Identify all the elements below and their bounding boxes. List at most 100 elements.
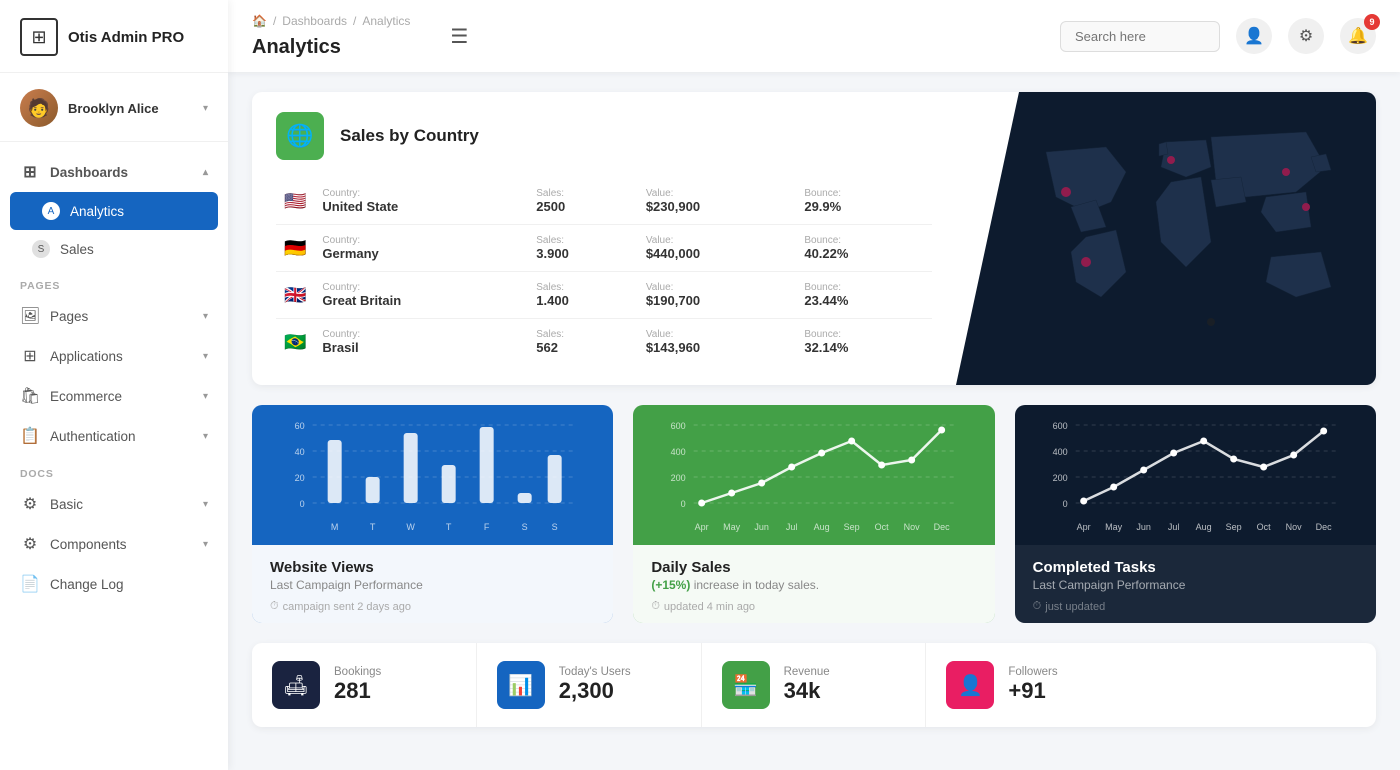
svg-text:Oct: Oct <box>1256 522 1271 532</box>
sidebar-item-analytics[interactable]: A Analytics <box>10 192 218 230</box>
flag-icon: 🇩🇪 <box>276 225 314 272</box>
followers-text: Followers +91 <box>1008 666 1057 704</box>
chart-title: Daily Sales <box>651 559 976 576</box>
search-input[interactable] <box>1060 21 1220 52</box>
suffix-text: increase in today sales. <box>694 578 819 592</box>
followers-value: +91 <box>1008 678 1057 704</box>
bar-chart-svg: 60 40 20 0 M T <box>268 415 597 545</box>
svg-text:Oct: Oct <box>875 522 890 532</box>
card-header: 🌐 Sales by Country <box>276 112 932 160</box>
website-views-chart: 60 40 20 0 M T <box>252 405 613 545</box>
settings-icon[interactable]: ⚙ <box>1288 18 1324 54</box>
chevron-down-icon: ▾ <box>203 351 208 362</box>
svg-text:T: T <box>446 522 452 532</box>
sidebar-item-basic[interactable]: ⚙ Basic ▾ <box>0 484 228 524</box>
svg-text:Sep: Sep <box>844 522 860 532</box>
svg-text:Jul: Jul <box>786 522 798 532</box>
svg-text:Aug: Aug <box>814 522 830 532</box>
content-area: 🌐 Sales by Country 🇺🇸 Country: United St… <box>228 72 1400 770</box>
chart-footer: ⏱ just updated <box>1033 600 1358 613</box>
chevron-down-icon: ▾ <box>203 539 208 550</box>
chevron-down-icon: ▾ <box>203 103 208 114</box>
authentication-icon: 📋 <box>20 426 40 446</box>
authentication-label: Authentication <box>50 429 193 444</box>
stat-followers: 👤 Followers +91 <box>926 643 1151 727</box>
sidebar-item-ecommerce[interactable]: 🛍 Ecommerce ▾ <box>0 376 228 416</box>
svg-text:0: 0 <box>1062 499 1067 509</box>
sidebar-item-pages[interactable]: 🖼 Pages ▾ <box>0 296 228 336</box>
hamburger-icon[interactable]: ☰ <box>450 24 468 49</box>
sidebar-item-applications[interactable]: ⊞ Applications ▾ <box>0 336 228 376</box>
chart-subtitle: (+15%) increase in today sales. <box>651 578 976 592</box>
sidebar-item-changelog[interactable]: 📄 Change Log <box>0 564 228 604</box>
sidebar-item-dashboards[interactable]: ⊞ Dashboards ▴ <box>0 152 228 192</box>
svg-text:600: 600 <box>1052 421 1067 431</box>
svg-text:600: 600 <box>671 421 686 431</box>
table-row: 🇬🇧 Country: Great Britain Sales: 1.400 V… <box>276 272 932 319</box>
svg-text:Apr: Apr <box>695 522 709 532</box>
svg-text:Sep: Sep <box>1225 522 1241 532</box>
bookings-icon: 🛋 <box>272 661 320 709</box>
revenue-value: 34k <box>784 678 830 704</box>
components-icon: ⚙ <box>20 534 40 554</box>
table-row: 🇧🇷 Country: Brasil Sales: 562 Value: $14… <box>276 319 932 366</box>
applications-label: Applications <box>50 349 193 364</box>
daily-sales-info: Daily Sales (+15%) increase in today sal… <box>633 545 994 623</box>
svg-text:Dec: Dec <box>1315 522 1332 532</box>
analytics-letter-icon: A <box>42 202 60 220</box>
sidebar-item-components[interactable]: ⚙ Components ▾ <box>0 524 228 564</box>
svg-text:200: 200 <box>671 473 686 483</box>
line-chart-svg-dark: 600 400 200 0 Apr <box>1031 415 1360 545</box>
avatar: 🧑 <box>20 89 58 127</box>
revenue-label: Revenue <box>784 666 830 678</box>
chevron-up-icon: ▴ <box>203 167 208 178</box>
website-views-card: 60 40 20 0 M T <box>252 405 613 623</box>
sales-table-area: 🌐 Sales by Country 🇺🇸 Country: United St… <box>252 92 956 385</box>
sales-by-country-card: 🌐 Sales by Country 🇺🇸 Country: United St… <box>252 92 1376 385</box>
sidebar: ⊞ Otis Admin PRO 🧑 Brooklyn Alice ▾ ⊞ Da… <box>0 0 228 770</box>
svg-text:Jun: Jun <box>1136 522 1151 532</box>
clock-icon: ⏱ <box>270 600 279 613</box>
svg-text:May: May <box>1105 522 1123 532</box>
highlight-text: (+15%) <box>651 578 690 592</box>
svg-text:M: M <box>331 522 339 532</box>
applications-icon: ⊞ <box>20 346 40 366</box>
svg-text:60: 60 <box>295 421 305 431</box>
svg-text:0: 0 <box>300 499 305 509</box>
svg-text:W: W <box>406 522 415 532</box>
revenue-icon: 🏪 <box>722 661 770 709</box>
users-text: Today's Users 2,300 <box>559 666 631 704</box>
basic-label: Basic <box>50 497 193 512</box>
dashboards-label: Dashboards <box>50 165 193 180</box>
sidebar-item-sales[interactable]: S Sales <box>0 230 228 268</box>
chevron-down-icon: ▾ <box>203 311 208 322</box>
svg-text:Nov: Nov <box>904 522 921 532</box>
line-chart-svg-green: 600 400 200 0 <box>649 415 978 545</box>
globe-icon: 🌐 <box>276 112 324 160</box>
pages-section-label: PAGES <box>0 268 228 296</box>
user-profile[interactable]: 🧑 Brooklyn Alice ▾ <box>0 73 228 142</box>
svg-text:0: 0 <box>681 499 686 509</box>
sidebar-item-authentication[interactable]: 📋 Authentication ▾ <box>0 416 228 456</box>
ecommerce-icon: 🛍 <box>20 386 40 406</box>
user-icon[interactable]: 👤 <box>1236 18 1272 54</box>
footer-text: campaign sent 2 days ago <box>283 601 411 613</box>
main-area: 🏠 / Dashboards / Analytics Analytics ☰ 👤… <box>228 0 1400 770</box>
completed-tasks-chart: 600 400 200 0 Apr <box>1015 405 1376 545</box>
changelog-icon: 📄 <box>20 574 40 594</box>
notification-badge: 9 <box>1364 14 1380 30</box>
chart-footer: ⏱ updated 4 min ago <box>651 600 976 613</box>
breadcrumb: 🏠 / Dashboards / Analytics Analytics <box>252 14 410 59</box>
bookings-value: 281 <box>334 678 381 704</box>
pages-label: Pages <box>50 309 193 324</box>
changelog-label: Change Log <box>50 577 208 592</box>
app-title: Otis Admin PRO <box>68 29 184 46</box>
bookings-text: Bookings 281 <box>334 666 381 704</box>
table-row: 🇩🇪 Country: Germany Sales: 3.900 Value: … <box>276 225 932 272</box>
notifications-icon[interactable]: 🔔 9 <box>1340 18 1376 54</box>
clock-icon: ⏱ <box>651 600 660 613</box>
chart-title: Completed Tasks <box>1033 559 1358 576</box>
docs-section-label: DOCS <box>0 456 228 484</box>
svg-text:Jun: Jun <box>755 522 770 532</box>
users-label: Today's Users <box>559 666 631 678</box>
